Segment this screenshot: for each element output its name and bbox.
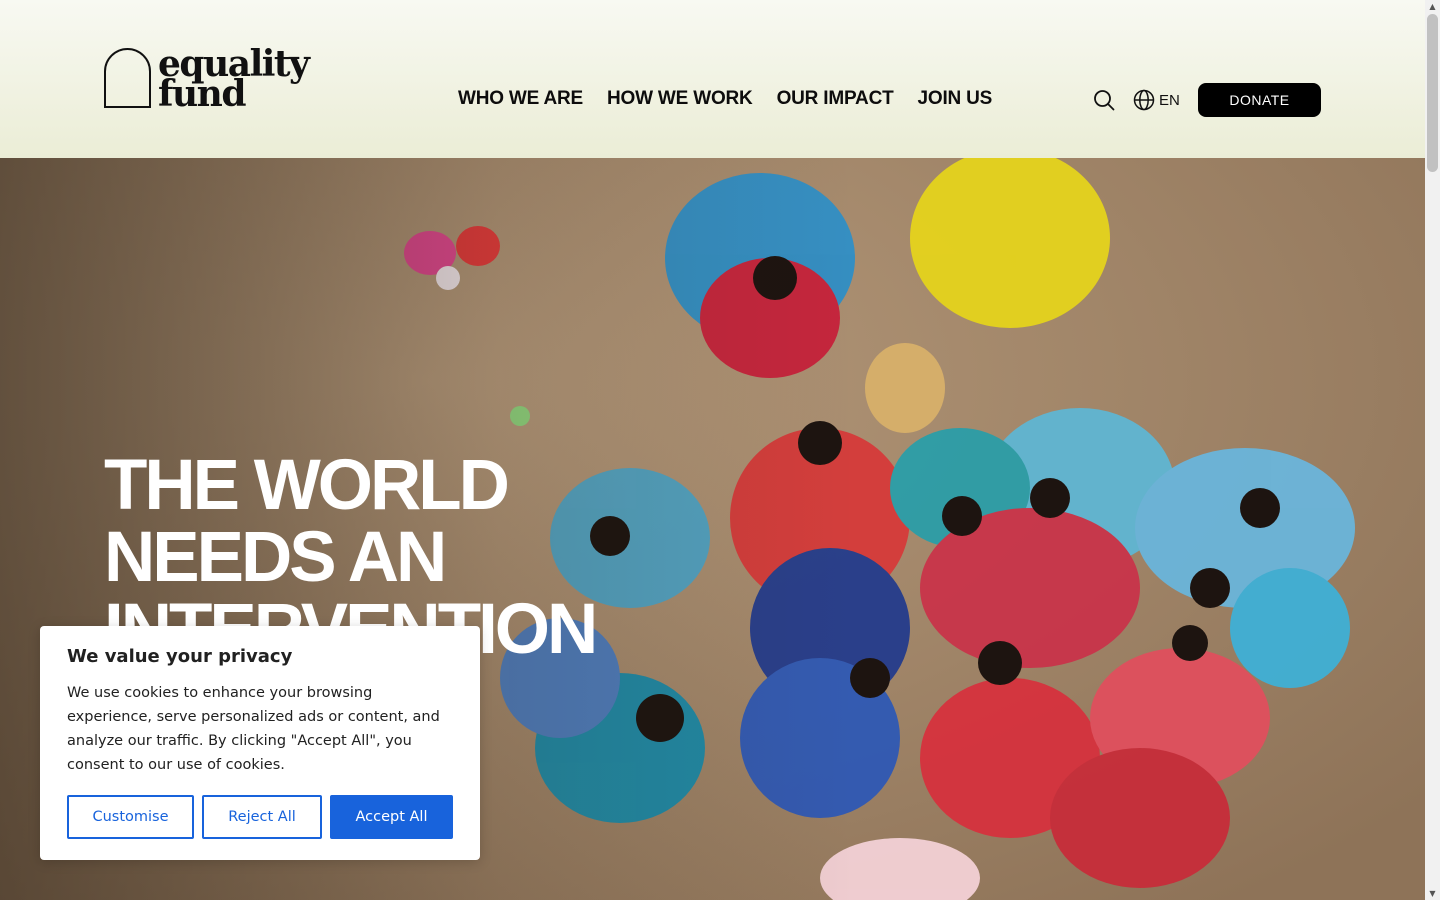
hero-headline-line1: THE WORLD [104,446,510,525]
nav-how-we-work[interactable]: HOW WE WORK [607,88,753,110]
main-nav: WHO WE ARE HOW WE WORK OUR IMPACT JOIN U… [458,88,992,110]
cookie-title: We value your privacy [67,646,293,667]
donate-button[interactable]: DONATE [1198,83,1321,117]
scroll-thumb[interactable] [1427,14,1438,172]
cookie-actions: Customise Reject All Accept All [67,795,453,839]
globe-icon [1133,89,1155,111]
cookie-description: We use cookies to enhance your browsing … [67,685,440,773]
search-icon[interactable] [1093,89,1115,111]
scroll-down-arrow-icon[interactable]: ▼ [1428,889,1437,898]
page-scrollbar[interactable]: ▲ ▼ [1425,0,1440,900]
site-header: equality fund WHO WE ARE HOW WE WORK OUR… [0,0,1425,158]
nav-join-us[interactable]: JOIN US [918,88,993,110]
language-selector[interactable]: EN [1133,89,1180,111]
logo-text-line2: fund [158,73,247,115]
accept-all-button[interactable]: Accept All [330,795,453,839]
arch-logo-icon [104,48,151,108]
scroll-up-arrow-icon[interactable]: ▲ [1428,2,1437,11]
nav-our-impact[interactable]: OUR IMPACT [777,88,894,110]
hero-headline-line2: NEEDS AN [104,518,447,597]
nav-who-we-are[interactable]: WHO WE ARE [458,88,583,110]
equality-fund-logo[interactable]: equality fund [104,46,310,115]
language-label: EN [1159,91,1180,109]
customise-button[interactable]: Customise [67,795,194,839]
cookie-consent-dialog: We value your privacy We use cookies to … [40,626,480,860]
reject-all-button[interactable]: Reject All [202,795,322,839]
